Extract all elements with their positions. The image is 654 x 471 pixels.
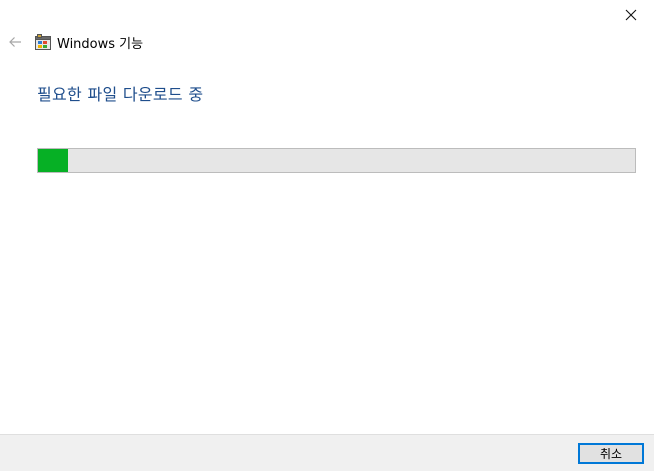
window-title: Windows 기능	[57, 36, 144, 52]
windows-features-icon	[35, 34, 51, 50]
dialog-footer: 취소	[0, 434, 654, 471]
dialog-header: Windows 기능	[0, 31, 143, 53]
download-progress-bar	[37, 148, 636, 173]
cancel-button[interactable]: 취소	[578, 443, 644, 464]
windows-features-dialog: Windows 기능 필요한 파일 다운로드 중 취소	[0, 0, 654, 471]
page-heading: 필요한 파일 다운로드 중	[37, 85, 204, 104]
back-arrow-icon	[8, 33, 22, 52]
back-button[interactable]	[1, 31, 29, 53]
close-button[interactable]	[608, 0, 654, 30]
progress-fill	[38, 149, 68, 172]
close-icon	[625, 6, 637, 25]
